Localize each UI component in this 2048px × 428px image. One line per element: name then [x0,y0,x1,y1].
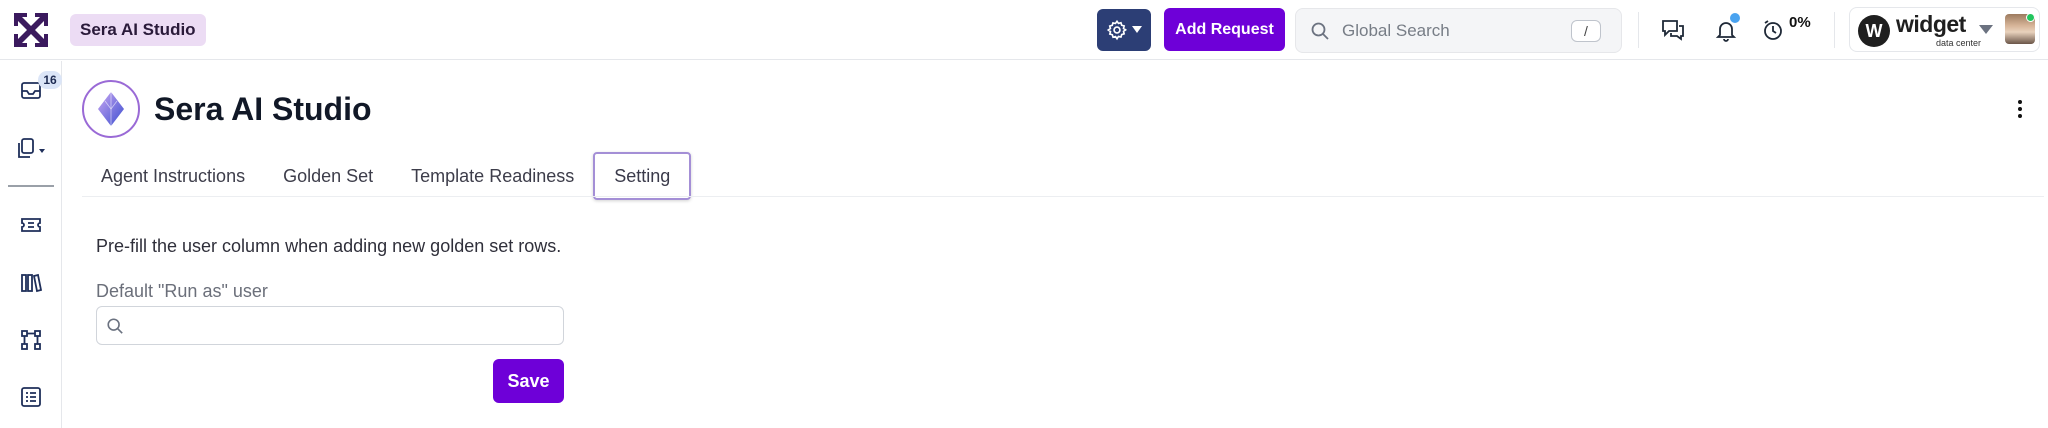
studio-icon [82,80,140,138]
tab-setting[interactable]: Setting [593,152,692,200]
search-shortcut-key: / [1571,20,1601,42]
search-icon [107,317,123,334]
tabs-divider [82,196,2044,197]
library-icon[interactable] [16,268,46,298]
run-as-user-field[interactable] [96,306,564,345]
ticket-icon[interactable] [16,210,46,240]
chat-icon[interactable] [1657,14,1689,46]
timer-icon[interactable] [1757,14,1789,46]
global-search-input[interactable] [1342,20,1572,41]
notifications-icon[interactable] [1710,13,1742,46]
main-content: Sera AI Studio Agent Instructions Golden… [62,61,2048,428]
app-name-chip[interactable]: Sera AI Studio [70,14,206,46]
add-request-button[interactable]: Add Request [1164,8,1285,51]
timer-percent: 0% [1789,14,1811,31]
settings-menu-button[interactable] [1097,9,1151,51]
tab-template-readiness[interactable]: Template Readiness [392,152,593,200]
inbox-count-badge: 16 [38,71,62,89]
divider [1638,12,1639,48]
org-name: widget [1896,11,1966,37]
search-icon [1311,22,1329,40]
more-options-icon[interactable] [2016,99,2024,119]
top-bar: Sera AI Studio Add Request / 0% [0,0,2048,60]
save-button[interactable]: Save [493,359,564,403]
run-as-user-input[interactable] [132,316,552,335]
setting-description: Pre-fill the user column when adding new… [96,236,562,256]
rail-divider [8,185,54,187]
global-search[interactable]: / [1295,8,1622,53]
copy-dropdown-icon[interactable] [16,134,46,164]
gear-icon [1106,19,1128,41]
run-as-label: Default "Run as" user [96,281,268,301]
org-switcher[interactable]: W widget data center [1849,7,2040,52]
page-title: Sera AI Studio [154,91,372,127]
inbox-icon[interactable]: 16 [16,71,62,105]
chevron-down-icon [1132,26,1142,33]
tab-golden-set[interactable]: Golden Set [264,152,392,200]
org-subtitle: data center [1936,38,1982,48]
online-status-dot [2026,13,2035,22]
divider [1834,12,1835,48]
notification-dot [1730,13,1740,23]
tab-bar: Agent Instructions Golden Set Template R… [82,151,692,201]
workflow-icon[interactable] [16,325,46,355]
list-icon[interactable] [16,382,46,412]
org-logo: W [1858,15,1890,47]
tab-agent-instructions[interactable]: Agent Instructions [82,152,264,200]
left-rail: 16 [0,61,62,428]
caret-down-icon [1979,25,1993,34]
app-logo-icon[interactable] [12,11,50,49]
